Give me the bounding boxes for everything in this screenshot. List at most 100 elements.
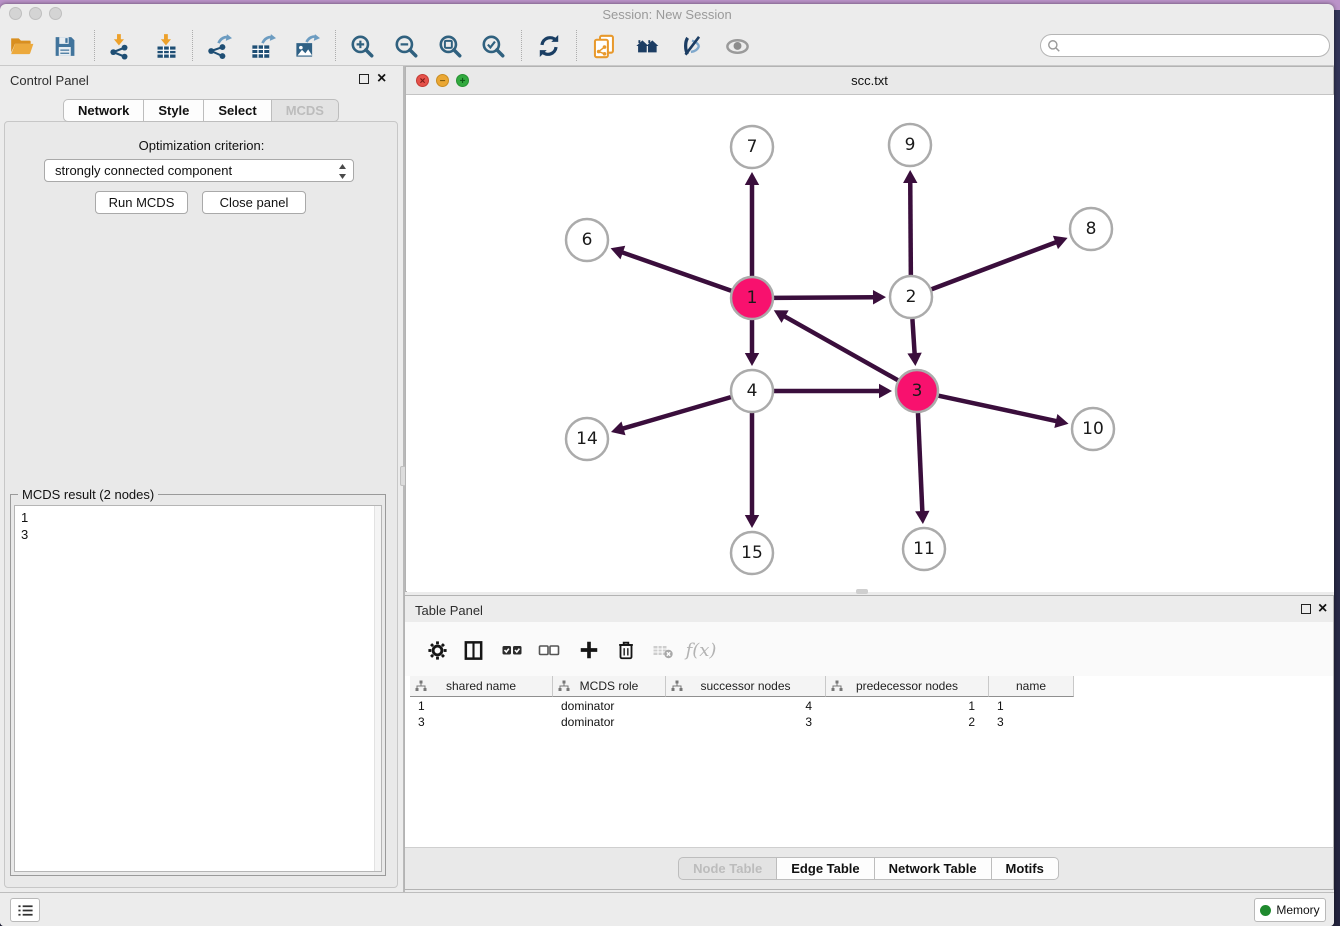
tab-select[interactable]: Select bbox=[203, 99, 271, 122]
graph-node-label-7: 7 bbox=[747, 137, 758, 157]
float-table-panel-icon[interactable] bbox=[1301, 604, 1311, 614]
show-graphics-details-icon[interactable] bbox=[720, 29, 754, 63]
tab-edge-table[interactable]: Edge Table bbox=[776, 857, 874, 880]
cell-mcds-role[interactable]: dominator bbox=[553, 714, 666, 730]
result-scrollbar[interactable] bbox=[374, 506, 381, 871]
graph-edge-4-14[interactable] bbox=[622, 397, 731, 429]
cell-successor-nodes[interactable]: 3 bbox=[666, 714, 826, 730]
zoom-fit-icon[interactable] bbox=[433, 29, 467, 63]
graph-node-label-6: 6 bbox=[582, 230, 593, 250]
delete-table-icon[interactable] bbox=[650, 637, 676, 663]
import-table-icon[interactable] bbox=[149, 29, 183, 63]
graph-edge-1-6[interactable] bbox=[621, 252, 731, 291]
network-window-title: scc.txt bbox=[406, 73, 1333, 88]
save-session-icon[interactable] bbox=[47, 29, 81, 63]
search-field[interactable] bbox=[1040, 34, 1330, 57]
tab-network-table[interactable]: Network Table bbox=[874, 857, 992, 880]
graph-edge-3-10[interactable] bbox=[939, 396, 1058, 422]
graph-edge-3-11[interactable] bbox=[918, 413, 922, 513]
cell-shared-name[interactable]: 3 bbox=[410, 714, 553, 730]
column-header-successor-nodes[interactable]: successor nodes bbox=[666, 676, 826, 697]
graph-edge-2-3[interactable] bbox=[912, 319, 914, 355]
export-network-icon[interactable] bbox=[201, 29, 235, 63]
browse-columns-icon[interactable] bbox=[460, 637, 486, 663]
cell-predecessor-nodes[interactable]: 1 bbox=[826, 698, 989, 714]
delete-column-icon[interactable] bbox=[613, 637, 639, 663]
table-panel: Table Panel × bbox=[404, 595, 1334, 890]
column-header-predecessor-nodes[interactable]: predecessor nodes bbox=[826, 676, 989, 697]
tab-network[interactable]: Network bbox=[63, 99, 144, 122]
column-header-shared-name[interactable]: shared name bbox=[410, 676, 553, 697]
graph-edge-arrow-2-3 bbox=[907, 353, 921, 366]
settings-gear-icon[interactable] bbox=[424, 637, 450, 663]
search-icon bbox=[1047, 39, 1061, 53]
cell-name[interactable]: 1 bbox=[989, 698, 1074, 714]
run-mcds-button[interactable]: Run MCDS bbox=[95, 191, 188, 214]
add-column-icon[interactable] bbox=[576, 637, 602, 663]
zoom-out-icon[interactable] bbox=[389, 29, 423, 63]
table-row[interactable]: 3 dominator 3 2 3 bbox=[410, 714, 1074, 730]
cell-shared-name[interactable]: 1 bbox=[410, 698, 553, 714]
graph-edge-2-9[interactable] bbox=[910, 181, 911, 275]
zoom-in-icon[interactable] bbox=[345, 29, 379, 63]
control-panel-tabs: Network Style Select MCDS bbox=[0, 99, 403, 122]
graph-node-label-2: 2 bbox=[906, 287, 917, 307]
cell-mcds-role[interactable]: dominator bbox=[553, 698, 666, 714]
task-list-icon bbox=[17, 903, 34, 918]
memory-button[interactable]: Memory bbox=[1254, 898, 1326, 922]
clipboard-network-icon[interactable] bbox=[587, 29, 621, 63]
column-header-mcds-role[interactable]: MCDS role bbox=[553, 676, 666, 697]
tab-mcds[interactable]: MCDS bbox=[271, 99, 339, 122]
cell-predecessor-nodes[interactable]: 2 bbox=[826, 714, 989, 730]
control-panel-header: Control Panel × bbox=[0, 66, 403, 94]
task-history-button[interactable] bbox=[10, 898, 40, 922]
unselect-all-columns-icon[interactable] bbox=[536, 637, 562, 663]
network-canvas[interactable]: 1234678910111415 bbox=[407, 95, 1334, 592]
graph-node-label-1: 1 bbox=[747, 288, 758, 308]
zoom-selected-icon[interactable] bbox=[476, 29, 510, 63]
select-all-columns-icon[interactable] bbox=[499, 637, 525, 663]
function-builder-icon[interactable]: f(x) bbox=[688, 637, 714, 663]
export-image-icon[interactable] bbox=[289, 29, 323, 63]
export-table-icon[interactable] bbox=[245, 29, 279, 63]
refresh-icon[interactable] bbox=[532, 29, 566, 63]
open-session-icon[interactable] bbox=[5, 29, 39, 63]
graph-edge-arrow-1-4 bbox=[745, 353, 759, 366]
mcds-result-title: MCDS result (2 nodes) bbox=[18, 487, 158, 502]
graph-edge-3-1[interactable] bbox=[783, 316, 897, 381]
toolbar-separator bbox=[521, 30, 522, 61]
tab-style[interactable]: Style bbox=[143, 99, 204, 122]
hide-graphics-details-icon[interactable] bbox=[675, 29, 709, 63]
tab-node-table[interactable]: Node Table bbox=[678, 857, 777, 880]
graph-edge-arrow-4-15 bbox=[745, 515, 759, 528]
column-label: shared name bbox=[446, 679, 516, 693]
column-label: predecessor nodes bbox=[856, 679, 958, 693]
graph-edge-1-2[interactable] bbox=[774, 297, 875, 298]
cell-name[interactable]: 3 bbox=[989, 714, 1074, 730]
network-canvas-svg: 1234678910111415 bbox=[407, 95, 1334, 592]
mcds-result-textarea[interactable]: 1 3 bbox=[14, 505, 382, 872]
canvas-resize-grip[interactable] bbox=[856, 589, 868, 594]
table-tabs-bar: Node Table Edge Table Network Table Moti… bbox=[405, 847, 1333, 889]
column-header-name[interactable]: name bbox=[989, 676, 1074, 697]
close-panel-button[interactable]: Close panel bbox=[202, 191, 306, 214]
table-header-row: shared name MCDS role successor nodes pr… bbox=[410, 676, 1074, 697]
tab-motifs[interactable]: Motifs bbox=[991, 857, 1059, 880]
node-table[interactable]: shared name MCDS role successor nodes pr… bbox=[405, 676, 1333, 849]
criterion-dropdown[interactable]: strongly connected component bbox=[44, 159, 354, 182]
network-window-titlebar: × − + scc.txt bbox=[406, 67, 1333, 95]
cell-successor-nodes[interactable]: 4 bbox=[666, 698, 826, 714]
close-panel-icon[interactable]: × bbox=[377, 70, 386, 88]
import-network-icon[interactable] bbox=[102, 29, 136, 63]
mcds-result-line: 3 bbox=[21, 526, 375, 543]
float-panel-icon[interactable] bbox=[359, 74, 369, 84]
graph-edge-2-8[interactable] bbox=[932, 242, 1058, 290]
graph-node-label-11: 11 bbox=[913, 539, 935, 559]
mcds-result-line: 1 bbox=[21, 509, 375, 526]
graph-edge-arrow-1-7 bbox=[745, 172, 759, 185]
close-table-panel-icon[interactable]: × bbox=[1318, 600, 1327, 618]
table-panel-title: Table Panel bbox=[415, 603, 483, 618]
search-input[interactable] bbox=[1065, 37, 1329, 55]
network-overview-icon[interactable] bbox=[631, 29, 665, 63]
table-row[interactable]: 1 dominator 4 1 1 bbox=[410, 698, 1074, 714]
